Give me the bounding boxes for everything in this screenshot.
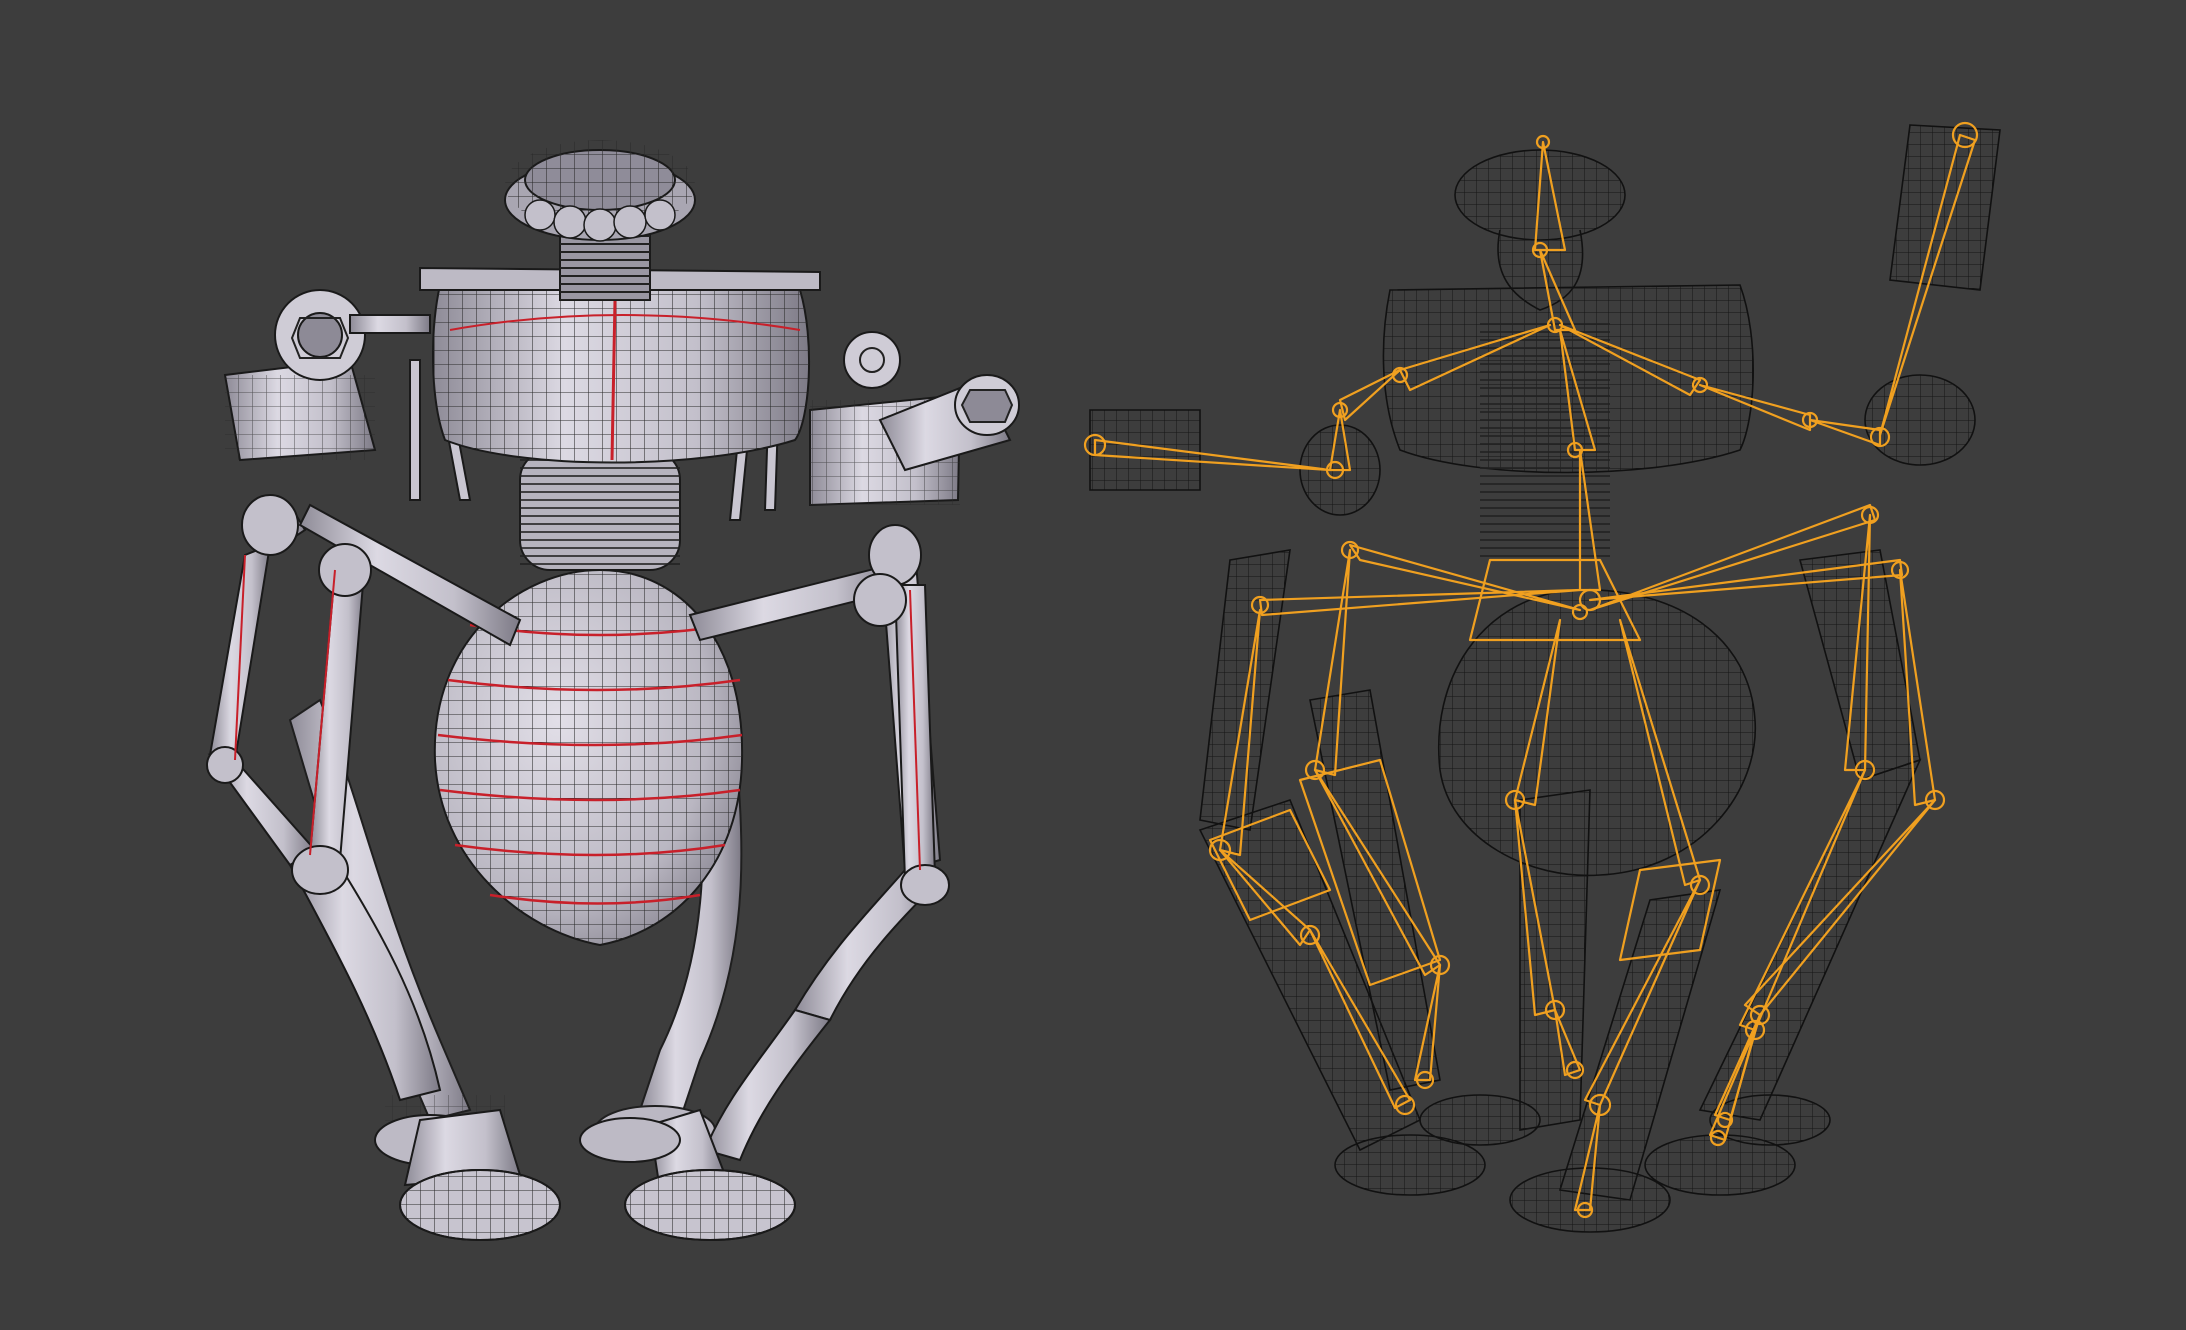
left-robot-model — [206, 140, 1020, 1241]
left-neck-rings — [519, 449, 681, 571]
left-gun-right — [809, 331, 1020, 507]
left-gun-left — [223, 289, 431, 462]
viewport-canvas — [206, 121, 2001, 1241]
3d-viewport[interactable] — [0, 0, 2186, 1330]
